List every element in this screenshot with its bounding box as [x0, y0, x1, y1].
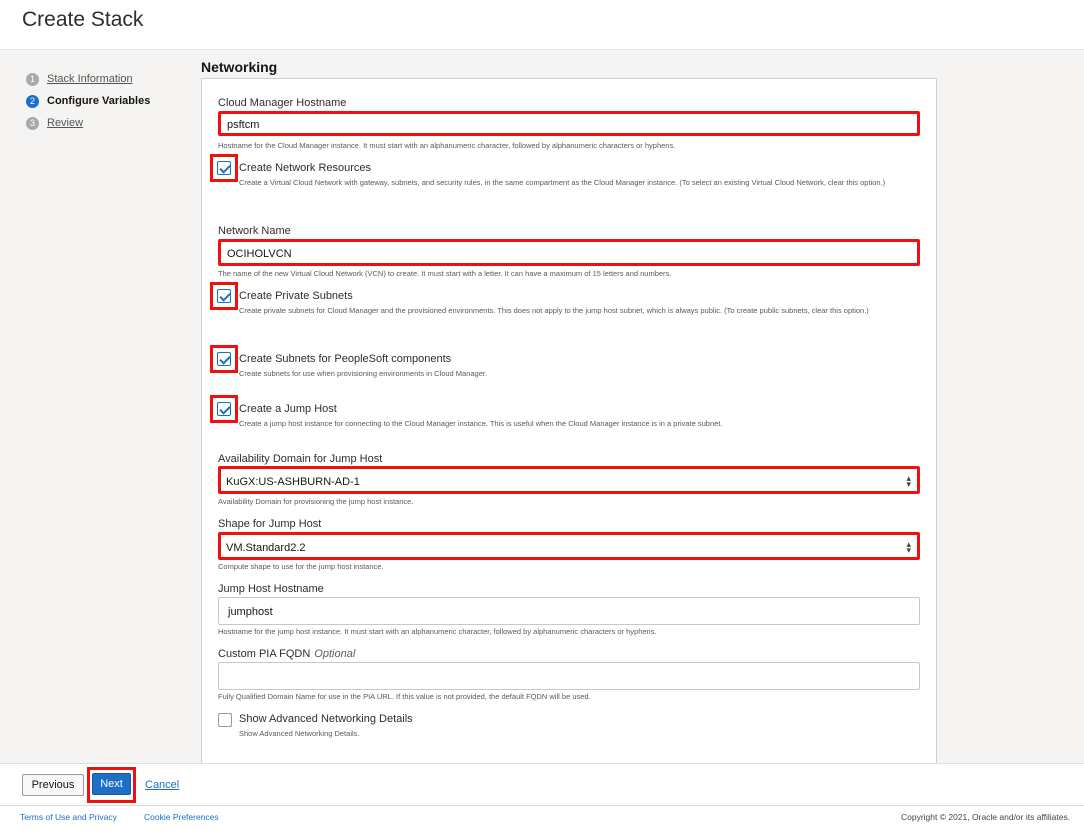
psft-subnets-help: Create subnets for use when provisioning… — [239, 369, 488, 378]
pia-fqdn-label-text: Custom PIA FQDN — [218, 648, 311, 660]
jump-hostname-label: Jump Host Hostname — [218, 583, 324, 595]
chevron-updown-icon: ▴ ▾ — [906, 539, 911, 555]
page-footer: Terms of Use and Privacy Cookie Preferen… — [0, 805, 1084, 831]
private-subnets-label: Create Private Subnets — [239, 290, 353, 302]
jump-host-help: Create a jump host instance for connecti… — [239, 419, 723, 428]
terms-link[interactable]: Terms of Use and Privacy — [20, 812, 117, 822]
cm-hostname-label: Cloud Manager Hostname — [218, 97, 347, 109]
jump-host-label: Create a Jump Host — [239, 403, 337, 415]
create-network-checkbox[interactable] — [217, 161, 231, 175]
private-subnets-checkbox[interactable] — [217, 289, 231, 303]
optional-tag: Optional — [314, 648, 356, 660]
step-number: 2 — [26, 94, 39, 108]
network-name-input[interactable]: OCIHOLVCN — [218, 239, 920, 266]
advanced-label: Show Advanced Networking Details — [239, 713, 413, 725]
step-configure-variables: 2 Configure Variables — [26, 90, 150, 112]
chevron-updown-icon: ▴ ▾ — [906, 473, 911, 489]
step-review[interactable]: 3 Review — [26, 112, 150, 134]
cm-hostname-help: Hostname for the Cloud Manager instance.… — [218, 141, 676, 150]
jump-hostname-input[interactable]: jumphost — [218, 597, 920, 625]
step-number: 1 — [26, 72, 39, 86]
jump-hostname-help: Hostname for the jump host instance. It … — [218, 627, 657, 636]
page-title: Create Stack — [22, 8, 144, 31]
pia-fqdn-help: Fully Qualified Domain Name for use in t… — [218, 692, 591, 701]
advanced-help: Show Advanced Networking Details. — [239, 729, 360, 738]
private-subnets-help: Create private subnets for Cloud Manager… — [239, 306, 869, 315]
availability-domain-select[interactable]: KuGX:US-ASHBURN-AD-1 ▴ ▾ — [218, 466, 920, 494]
step-number: 3 — [26, 116, 39, 130]
availability-domain-value: KuGX:US-ASHBURN-AD-1 — [226, 476, 360, 488]
cancel-link[interactable]: Cancel — [145, 779, 179, 791]
copyright-text: Copyright © 2021, Oracle and/or its affi… — [901, 812, 1071, 822]
section-title: Networking — [201, 59, 278, 75]
availability-domain-help: Availability Domain for provisioning the… — [218, 497, 414, 506]
network-name-help: The name of the new Virtual Cloud Networ… — [218, 269, 672, 278]
pia-fqdn-label: Custom PIA FQDN Optional — [218, 648, 355, 660]
previous-button[interactable]: Previous — [22, 774, 84, 796]
shape-help: Compute shape to use for the jump host i… — [218, 562, 384, 571]
psft-subnets-label: Create Subnets for PeopleSoft components — [239, 353, 452, 365]
psft-subnets-checkbox[interactable] — [217, 352, 231, 366]
availability-domain-label: Availability Domain for Jump Host — [218, 453, 383, 465]
cookie-preferences-link[interactable]: Cookie Preferences — [144, 812, 219, 822]
jump-host-checkbox[interactable] — [217, 402, 231, 416]
step-label[interactable]: Stack Information — [47, 73, 133, 85]
wizard-steps: 1 Stack Information 2 Configure Variable… — [26, 68, 150, 134]
shape-select[interactable]: VM.Standard2.2 ▴ ▾ — [218, 532, 920, 560]
create-network-label: Create Network Resources — [239, 162, 372, 174]
shape-value: VM.Standard2.2 — [226, 542, 306, 554]
step-label[interactable]: Review — [47, 117, 83, 129]
pia-fqdn-input[interactable] — [218, 662, 920, 690]
step-label: Configure Variables — [47, 95, 151, 107]
advanced-checkbox[interactable] — [218, 713, 232, 727]
shape-label: Shape for Jump Host — [218, 518, 322, 530]
next-button[interactable]: Next — [92, 773, 131, 795]
page-header: Create Stack — [0, 0, 1084, 50]
cm-hostname-input[interactable]: psftcm — [218, 111, 920, 136]
create-network-help: Create a Virtual Cloud Network with gate… — [239, 178, 886, 187]
network-name-label: Network Name — [218, 225, 291, 237]
step-stack-information[interactable]: 1 Stack Information — [26, 68, 150, 90]
